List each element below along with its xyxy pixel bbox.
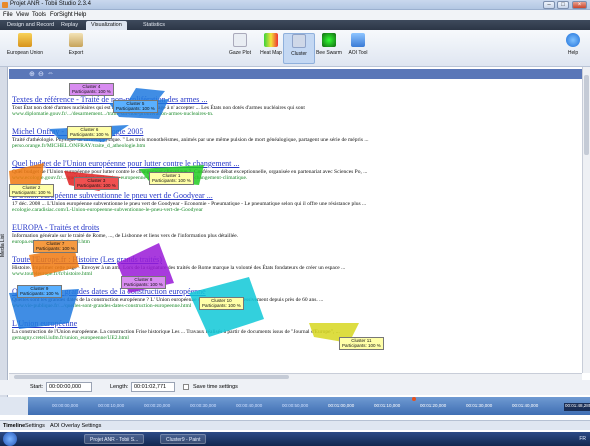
cluster-label: Cluster 1 Participants: 100 % — [149, 172, 194, 185]
vertical-scrollbar[interactable] — [582, 67, 590, 373]
time-end-tick: 00:01:48,285 — [564, 403, 590, 411]
tab-design-record[interactable]: Design and Record — [2, 21, 59, 30]
window-title: Projet ANR - Tobii Studio 2.3.4 — [10, 1, 91, 7]
cluster-label: Cluster 5 Participants: 100 % — [113, 100, 158, 113]
start-label: Start: — [30, 384, 44, 390]
time-controls: Start: 00:00:00,000 Length: 00:01:02,771… — [0, 380, 590, 395]
horizontal-scrollbar[interactable] — [9, 373, 582, 380]
minimize-button[interactable]: – — [543, 1, 555, 9]
tab-timeline[interactable]: Timeline — [3, 423, 25, 429]
menu-forsight[interactable]: ForSight — [50, 12, 73, 18]
cluster-label: Cluster 10 Participants: 100 % — [199, 297, 244, 310]
menu-help[interactable]: Help — [74, 12, 86, 18]
tab-settings[interactable]: Settings — [25, 423, 45, 429]
help-icon — [566, 33, 580, 47]
cluster-label: Cluster 2 Participants: 100 % — [9, 184, 54, 197]
time-tick: 00:00:00,000 — [52, 403, 79, 408]
aoi-tool-button[interactable]: AOI Tool — [342, 33, 374, 56]
tab-replay[interactable]: Replay — [56, 21, 83, 30]
gaze-plot-icon — [233, 33, 247, 47]
gaze-plot-button[interactable]: Gaze Plot — [224, 33, 256, 56]
time-tick: 00:00:50,000 — [282, 403, 309, 408]
maximize-button[interactable]: □ — [557, 1, 569, 9]
app-icon — [2, 2, 8, 8]
help-button[interactable]: Help — [558, 33, 588, 56]
time-tick: 00:00:10,000 — [98, 403, 125, 408]
time-tick: 00:00:30,000 — [190, 403, 217, 408]
timeline-bar[interactable]: 00:00:00,000 00:00:10,000 00:00:20,000 0… — [28, 397, 590, 415]
cluster-icon — [292, 34, 306, 48]
time-tick: 00:00:20,000 — [144, 403, 171, 408]
timeline-header — [0, 397, 28, 415]
cluster-overlay — [9, 88, 359, 343]
title-bar: Projet ANR - Tobii Studio 2.3.4 – □ × — [0, 0, 590, 10]
menu-view[interactable]: View — [16, 12, 29, 18]
media-list-label: Media List — [0, 234, 6, 257]
export-button[interactable]: Export — [60, 33, 92, 56]
cluster-label: Cluster 6 Participants: 100 % — [67, 126, 112, 139]
system-tray: FR — [579, 436, 586, 442]
cluster-button[interactable]: Cluster — [283, 33, 315, 64]
scroll-thumb[interactable] — [14, 375, 289, 379]
aoi-tool-icon — [351, 33, 365, 47]
taskbar-item[interactable]: Projet ANR - Tobii S... — [84, 434, 145, 444]
close-button[interactable]: × — [572, 1, 587, 9]
cluster-label: Cluster 4 Participants: 100 % — [69, 83, 114, 96]
menu-file[interactable]: File — [3, 12, 13, 18]
time-tick: 00:01:20,000 — [420, 403, 447, 408]
media-selector-button[interactable]: European Union — [2, 33, 48, 56]
bee-swarm-icon — [322, 33, 336, 47]
taskbar-item[interactable]: Cluster9 - Paint — [160, 434, 207, 444]
tab-visualization[interactable]: Visualization — [86, 21, 127, 30]
stimulus-view: ⊕ ⊖ ⇔ Textes de référence - Traité de no… — [9, 67, 582, 373]
time-tick: 00:01:40,000 — [512, 403, 539, 408]
time-tick: 00:01:00,000 — [328, 403, 355, 408]
menu-tools[interactable]: Tools — [32, 12, 46, 18]
media-list-panel[interactable]: Media List — [0, 67, 8, 412]
save-time-checkbox[interactable] — [183, 384, 189, 390]
scroll-thumb[interactable] — [584, 75, 589, 155]
time-tick: 00:01:10,000 — [374, 403, 401, 408]
start-time-field[interactable]: 00:00:00,000 — [46, 382, 92, 392]
length-time-field[interactable]: 00:01:02,771 — [131, 382, 175, 392]
menu-bar: File View Tools ForSight Help — [0, 10, 590, 20]
playhead-marker[interactable] — [412, 397, 416, 401]
tab-statistics[interactable]: Statistics — [138, 21, 170, 30]
bee-swarm-button[interactable]: Bee Swarm — [313, 33, 345, 56]
save-time-label: Save time settings — [193, 384, 238, 390]
time-tick: 00:01:30,000 — [466, 403, 493, 408]
cluster-label: Cluster 8 Participants: 100 % — [121, 276, 166, 289]
length-label: Length: — [110, 384, 129, 390]
folder-icon — [18, 33, 32, 47]
time-tick: 00:00:40,000 — [236, 403, 263, 408]
cluster-label: Cluster 7 Participants: 100 % — [33, 240, 78, 253]
cluster-label: Cluster 11 Participants: 100 % — [339, 337, 384, 350]
export-icon — [69, 33, 83, 47]
tab-aoi-overlay-settings[interactable]: AOI Overlay Settings — [50, 423, 101, 429]
cluster-label: Cluster 3 Participants: 100 % — [74, 177, 119, 190]
visualization-ribbon: European Union Export Gaze Plot Heat Map… — [0, 30, 590, 67]
start-button[interactable] — [3, 432, 17, 446]
bottom-tabs: Timeline Settings AOI Overlay Settings — [0, 420, 590, 430]
heat-map-icon — [264, 33, 278, 47]
os-taskbar: Projet ANR - Tobii S... Cluster9 - Paint… — [0, 432, 590, 446]
cluster-label: Cluster 9 Participants: 100 % — [17, 285, 62, 298]
module-tabs: Design and Record Replay Visualization S… — [0, 20, 590, 30]
